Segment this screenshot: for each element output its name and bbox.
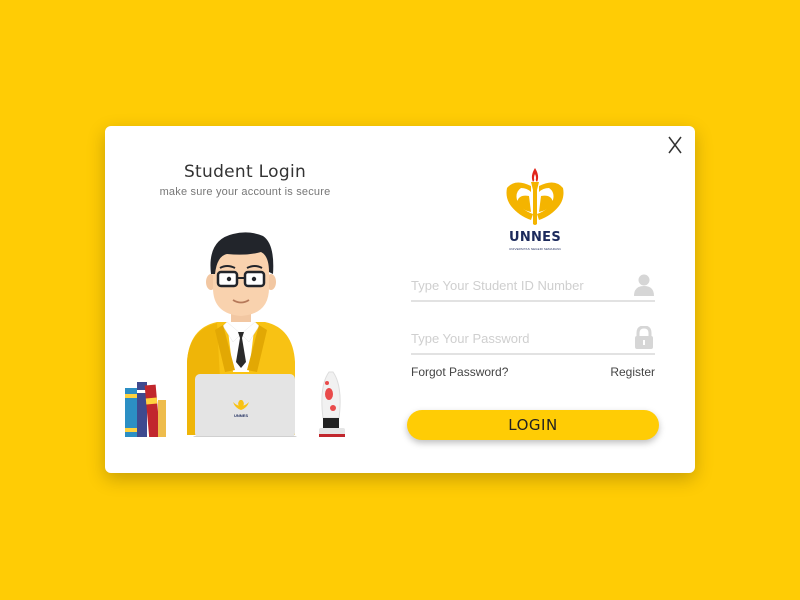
register-link[interactable]: Register <box>610 365 655 379</box>
account-links: Forgot Password? Register <box>411 365 655 381</box>
login-button[interactable]: LOGIN <box>407 410 659 440</box>
forgot-password-link[interactable]: Forgot Password? <box>411 365 508 379</box>
login-heading: Student Login make sure your account is … <box>105 162 385 198</box>
logo-tagline: UNIVERSITAS NEGERI SEMARANG <box>509 247 561 251</box>
close-button[interactable] <box>665 134 687 156</box>
student-id-input[interactable] <box>411 272 621 298</box>
unnes-emblem-icon <box>506 168 564 225</box>
page-subtitle: make sure your account is secure <box>159 186 331 198</box>
student-id-field <box>411 272 655 302</box>
logo-name: UNNES <box>508 230 562 245</box>
lock-icon <box>635 326 653 349</box>
password-input[interactable] <box>411 325 621 351</box>
student-illustration: UNNES <box>125 232 345 437</box>
close-icon[interactable] <box>665 134 687 156</box>
login-card: Student Login make sure your account is … <box>105 126 695 473</box>
svg-text:UNNES: UNNES <box>234 413 248 418</box>
unnes-logo: UNNES UNIVERSITAS NEGERI SEMARANG <box>503 164 567 254</box>
password-field <box>411 325 655 355</box>
page-title: Student Login <box>183 162 307 182</box>
user-icon <box>634 274 654 296</box>
